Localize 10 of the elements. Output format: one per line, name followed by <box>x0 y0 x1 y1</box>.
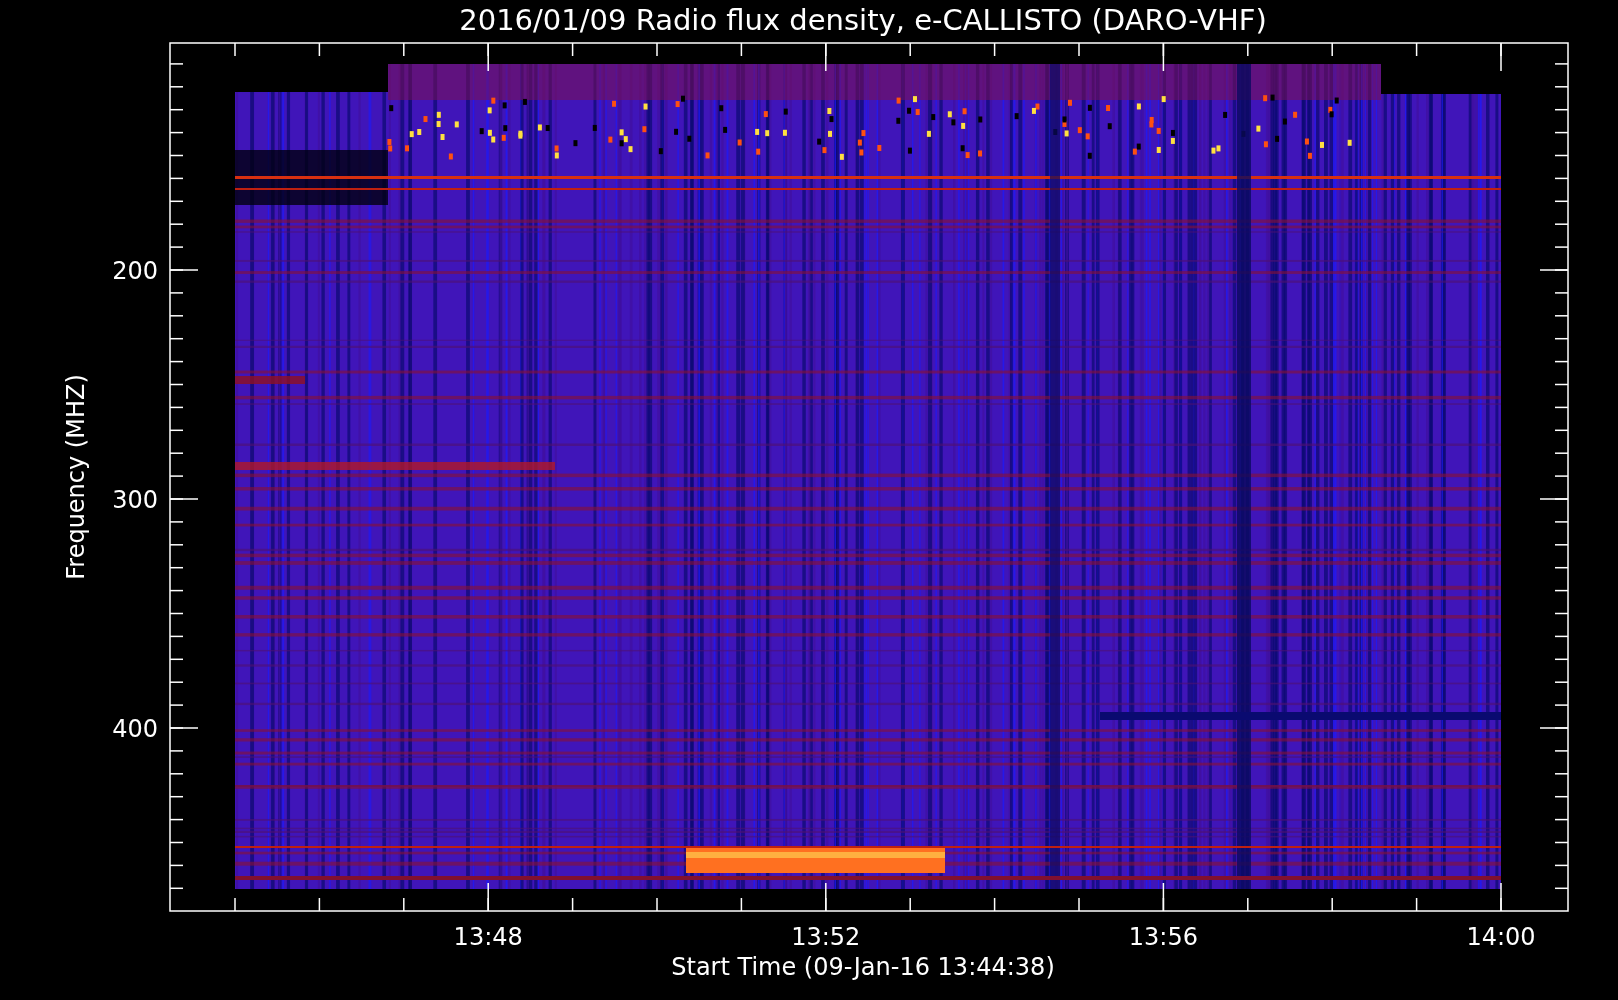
x-tick-label: 13:48 <box>453 923 523 951</box>
y-tick-label: 400 <box>112 715 158 743</box>
x-tick-label: 13:52 <box>791 923 861 951</box>
y-tick-label: 300 <box>112 486 158 514</box>
y-tick-label: 200 <box>112 257 158 285</box>
x-axis-label: Start Time (09-Jan-16 13:44:38) <box>671 953 1055 981</box>
y-axis-label: Frequency (MHZ) <box>62 374 90 580</box>
x-tick-label: 13:56 <box>1128 923 1198 951</box>
x-tick-label: 14:00 <box>1466 923 1536 951</box>
chart-title: 2016/01/09 Radio flux density, e-CALLISTO (DARO-VHF) <box>459 3 1267 37</box>
